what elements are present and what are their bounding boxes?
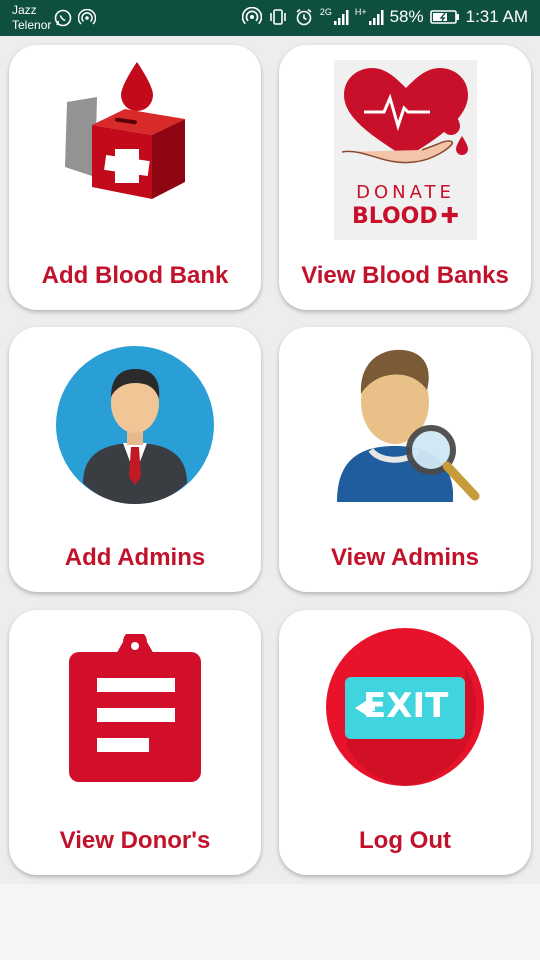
add-blood-bank-label: Add Blood Bank [41,262,229,289]
battery-percent: 58% [389,7,424,26]
blood-text: BLOOD [351,204,438,229]
network-type-1: 2G [319,7,332,17]
signal-icon [333,10,349,25]
user-search-icon [337,349,480,502]
view-blood-banks-label: View Blood Banks [301,262,509,289]
heart-hand-icon [341,68,468,164]
vibrate-icon [270,9,286,25]
add-admins-card[interactable]: Add Admins [9,327,261,592]
carrier-1: Jazz [12,3,37,17]
blood-text-row: BLOOD ✚ [334,204,477,229]
view-admins-label: View Admins [330,544,480,571]
view-admins-card[interactable]: View Admins [279,327,531,592]
clock: 1:31 AM [465,7,528,26]
plus-icon: ✚ [440,204,460,229]
log-out-label: Log Out [359,827,451,854]
blood-bank-box-icon [65,62,185,199]
alarm-icon [296,8,312,26]
network-type-2: H+ [354,7,367,17]
log-out-card[interactable]: EXIT Log Out [279,610,531,875]
carrier-names: Jazz Telenor [12,3,51,33]
add-admins-label: Add Admins [64,544,206,571]
signal-icon [368,10,384,25]
donate-text: DONATE [356,182,455,203]
donate-blood-icon: DONATE BLOOD ✚ [334,60,477,240]
battery-icon [429,10,459,24]
exit-text: EXIT [363,686,449,726]
clipboard-icon [69,634,201,782]
carrier-2: Telenor [12,18,52,32]
add-blood-bank-card[interactable]: Add Blood Bank [9,45,261,310]
view-donors-label: View Donor's [59,827,211,854]
hotspot-icon [78,9,96,25]
whatsapp-icon [54,9,72,27]
admin-avatar-icon [56,346,214,504]
view-donors-card[interactable]: View Donor's [9,610,261,875]
view-blood-banks-card[interactable]: DONATE BLOOD ✚ View Blood Banks [279,45,531,310]
status-bar: Jazz Telenor 2G H+ 58% 1:31 AM [0,0,540,36]
hotspot-icon [241,7,262,25]
